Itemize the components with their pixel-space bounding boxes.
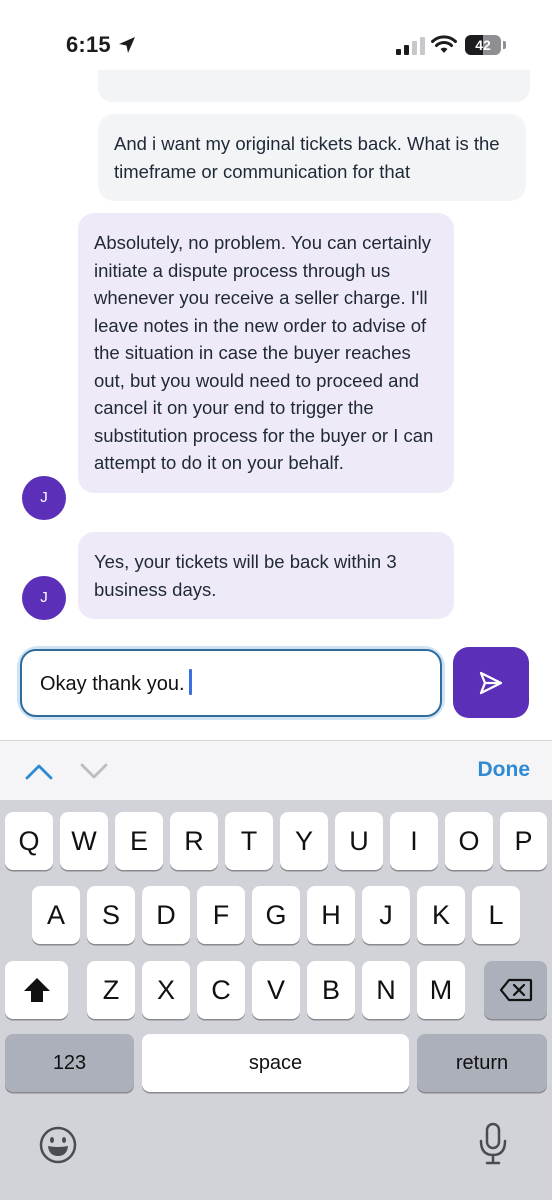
agent-message: Absolutely, no problem. You can certainl… [78, 213, 454, 493]
key-m[interactable]: M [417, 961, 465, 1019]
agent-avatar: J [22, 576, 66, 620]
backspace-icon [499, 978, 533, 1002]
agent-message-text: Absolutely, no problem. You can certainl… [94, 232, 434, 473]
key-d[interactable]: D [142, 886, 190, 944]
agent-message: Yes, your tickets will be back within 3 … [78, 532, 454, 619]
done-button[interactable]: Done [478, 758, 531, 782]
key-i[interactable]: I [390, 812, 438, 870]
numbers-key[interactable]: 123 [5, 1034, 134, 1092]
message-input-value: Okay thank you. [40, 673, 185, 695]
key-g[interactable]: G [252, 886, 300, 944]
key-q[interactable]: Q [5, 812, 53, 870]
key-s[interactable]: S [87, 886, 135, 944]
user-message: And i want my original tickets back. Wha… [98, 114, 526, 201]
send-button[interactable] [453, 647, 529, 718]
key-c[interactable]: C [197, 961, 245, 1019]
key-f[interactable]: F [197, 886, 245, 944]
key-p[interactable]: P [500, 812, 547, 870]
battery-icon: 42 [465, 35, 501, 55]
battery-level: 42 [475, 37, 491, 53]
wifi-icon [431, 35, 457, 53]
keyboard-accessory-bar: Done [0, 740, 552, 801]
status-time: 6:15 [66, 32, 111, 57]
chevron-up-icon[interactable] [24, 761, 54, 781]
chevron-down-icon[interactable] [79, 761, 109, 781]
return-key[interactable]: return [417, 1034, 547, 1092]
agent-message-text: Yes, your tickets will be back within 3 … [94, 551, 397, 600]
key-o[interactable]: O [445, 812, 493, 870]
chat-thread[interactable]: And i want my original tickets back. Wha… [0, 70, 552, 640]
cellular-signal-icon [396, 37, 425, 55]
key-z[interactable]: Z [87, 961, 135, 1019]
previous-message-bubble [98, 70, 530, 102]
key-u[interactable]: U [335, 812, 383, 870]
key-a[interactable]: A [32, 886, 80, 944]
agent-avatar: J [22, 476, 66, 520]
user-message-text: And i want my original tickets back. Wha… [114, 133, 500, 182]
keyboard: Q W E R T Y U I O P A S D F G H J K L Z … [0, 800, 552, 1200]
key-w[interactable]: W [60, 812, 108, 870]
key-k[interactable]: K [417, 886, 465, 944]
shift-key[interactable] [5, 961, 68, 1019]
delete-key[interactable] [484, 961, 547, 1019]
key-l[interactable]: L [472, 886, 520, 944]
key-v[interactable]: V [252, 961, 300, 1019]
key-e[interactable]: E [115, 812, 163, 870]
microphone-icon[interactable] [478, 1122, 508, 1166]
shift-icon [24, 978, 50, 1002]
key-y[interactable]: Y [280, 812, 328, 870]
key-t[interactable]: T [225, 812, 273, 870]
send-icon [479, 671, 503, 695]
space-key[interactable]: space [142, 1034, 409, 1092]
location-arrow-icon [119, 37, 135, 53]
text-caret [188, 669, 192, 695]
message-input[interactable]: Okay thank you. [20, 649, 442, 717]
key-j[interactable]: J [362, 886, 410, 944]
key-n[interactable]: N [362, 961, 410, 1019]
key-b[interactable]: B [307, 961, 355, 1019]
emoji-icon[interactable] [38, 1125, 78, 1165]
key-h[interactable]: H [307, 886, 355, 944]
message-input-focus-ring: Okay thank you. [20, 649, 442, 717]
key-x[interactable]: X [142, 961, 190, 1019]
key-r[interactable]: R [170, 812, 218, 870]
